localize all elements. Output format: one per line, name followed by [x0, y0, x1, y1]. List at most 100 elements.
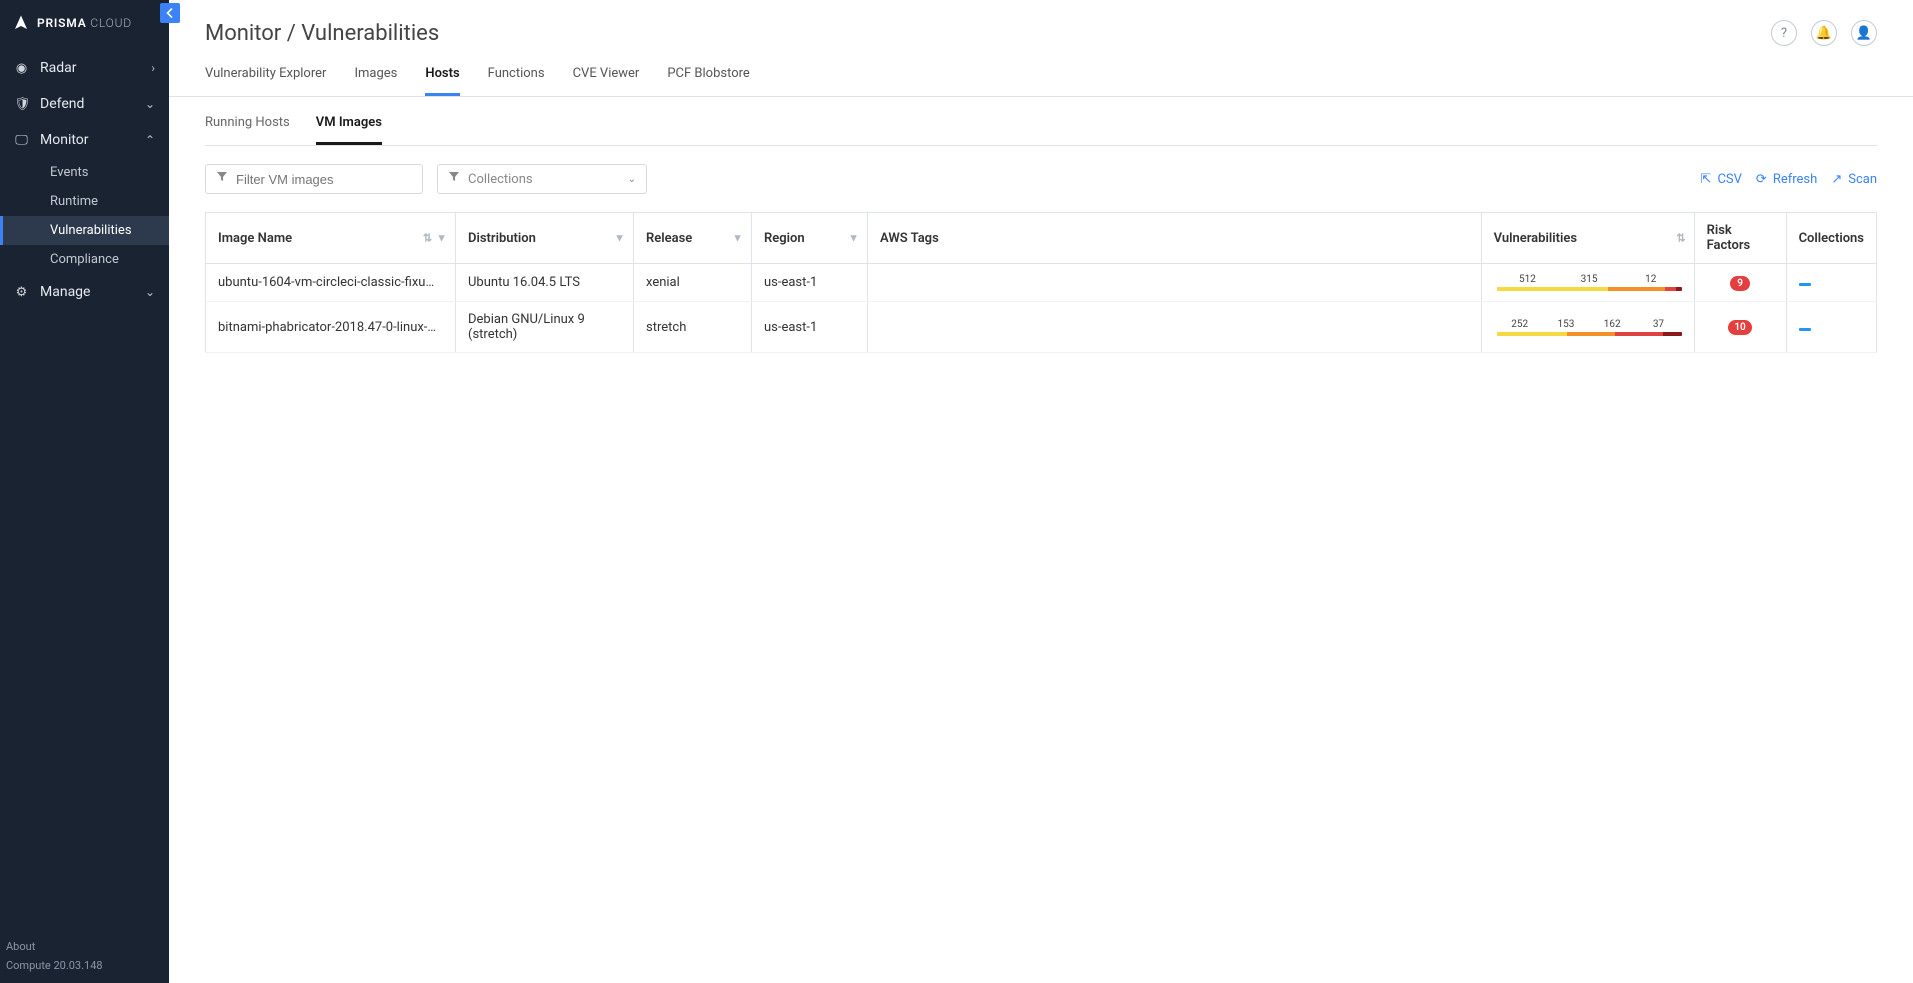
chevron-down-icon: ⌄ [145, 285, 155, 299]
tab-functions[interactable]: Functions [488, 66, 545, 96]
sub-header: Running Hosts VM Images [169, 97, 1913, 146]
cell-risk: 10 [1694, 302, 1786, 353]
nav: ◉ Radar › 🛡 Defend ⌄ 🖵 Monitor ⌃ Events … [0, 50, 169, 929]
filter-icon [216, 171, 228, 187]
brand-text: PRISMA CLOUD [37, 16, 132, 30]
nav-monitor[interactable]: 🖵 Monitor ⌃ [0, 122, 169, 158]
filter-icon[interactable]: ▼ [614, 232, 625, 245]
sidebar-collapse-button[interactable] [160, 3, 180, 23]
cell-release: stretch [634, 302, 752, 353]
monitor-icon: 🖵 [14, 133, 29, 148]
chevron-down-icon: ⌄ [628, 174, 636, 185]
col-vuln[interactable]: Vulnerabilities⇅ [1481, 213, 1694, 264]
cell-tags [868, 302, 1482, 353]
help-icon: ? [1781, 26, 1787, 41]
prisma-logo-icon [12, 14, 30, 32]
tab-hosts[interactable]: Hosts [425, 66, 459, 96]
table-row[interactable]: ubuntu-1604-vm-circleci-classic-fixup-15… [206, 264, 1877, 302]
cell-risk: 9 [1694, 264, 1786, 302]
export-icon: ⇱ [1701, 172, 1712, 187]
tab-cve-viewer[interactable]: CVE Viewer [573, 66, 640, 96]
nav-runtime[interactable]: Runtime [0, 187, 169, 216]
page-header: Monitor / Vulnerabilities ? 🔔 👤 Vulnerab… [169, 0, 1913, 97]
primary-tabs: Vulnerability Explorer Images Hosts Func… [205, 66, 1877, 96]
filter-icon[interactable]: ▼ [436, 232, 447, 245]
nav-defend[interactable]: 🛡 Defend ⌄ [0, 86, 169, 122]
scan-label: Scan [1848, 172, 1877, 187]
vm-images-table-wrap: Image Name⇅▼ Distribution▼ Release▼ Regi… [169, 212, 1913, 353]
cell-tags [868, 264, 1482, 302]
refresh-label: Refresh [1773, 172, 1817, 187]
user-button[interactable]: 👤 [1851, 20, 1877, 46]
nav-label: Monitor [40, 132, 89, 148]
refresh-button[interactable]: ⟳ Refresh [1756, 172, 1817, 187]
chevron-left-icon [164, 7, 176, 19]
csv-button[interactable]: ⇱ CSV [1701, 172, 1742, 187]
csv-label: CSV [1717, 172, 1741, 187]
risk-badge: 10 [1728, 320, 1751, 335]
tab-vuln-explorer[interactable]: Vulnerability Explorer [205, 66, 326, 96]
toolbar: Collections ⌄ ⇱ CSV ⟳ Refresh ↗ Scan [169, 146, 1913, 212]
nav-radar[interactable]: ◉ Radar › [0, 50, 169, 86]
sort-icon[interactable]: ⇅ [423, 232, 432, 245]
collections-indicator [1799, 328, 1811, 331]
help-button[interactable]: ? [1771, 20, 1797, 46]
cell-coll [1786, 302, 1876, 353]
cell-region: us-east-1 [752, 302, 868, 353]
collections-indicator [1799, 283, 1811, 286]
col-image[interactable]: Image Name⇅▼ [206, 213, 456, 264]
header-actions: ? 🔔 👤 [1771, 20, 1877, 46]
vm-images-table: Image Name⇅▼ Distribution▼ Release▼ Regi… [205, 212, 1877, 353]
filter-icon[interactable]: ▼ [848, 232, 859, 245]
scan-icon: ↗ [1831, 172, 1842, 187]
radar-icon: ◉ [14, 61, 29, 76]
cell-coll [1786, 264, 1876, 302]
tab-pcf[interactable]: PCF Blobstore [667, 66, 749, 96]
notifications-button[interactable]: 🔔 [1811, 20, 1837, 46]
tab-images[interactable]: Images [354, 66, 397, 96]
col-coll[interactable]: Collections [1786, 213, 1876, 264]
collections-dropdown[interactable]: Collections ⌄ [437, 164, 647, 194]
filter-input[interactable] [236, 172, 412, 187]
cell-vuln: 51231512 [1481, 264, 1694, 302]
col-risk[interactable]: Risk Factors [1694, 213, 1786, 264]
page-title: Monitor / Vulnerabilities [205, 21, 439, 46]
shield-icon: 🛡 [14, 97, 29, 112]
subtab-running-hosts[interactable]: Running Hosts [205, 115, 290, 145]
col-region[interactable]: Region▼ [752, 213, 868, 264]
nav-label: Radar [40, 60, 77, 76]
col-dist[interactable]: Distribution▼ [456, 213, 634, 264]
collections-label: Collections [468, 172, 620, 187]
chevron-right-icon: › [151, 61, 155, 75]
sidebar-footer: About Compute 20.03.148 [0, 929, 169, 983]
secondary-tabs: Running Hosts VM Images [205, 115, 1877, 146]
cell-vuln: 25215316237 [1481, 302, 1694, 353]
user-icon: 👤 [1856, 26, 1872, 41]
risk-badge: 9 [1730, 276, 1750, 291]
nav-events[interactable]: Events [0, 158, 169, 187]
col-tags[interactable]: AWS Tags [868, 213, 1482, 264]
sidebar: PRISMA CLOUD ◉ Radar › 🛡 Defend ⌄ 🖵 Moni… [0, 0, 169, 983]
filter-input-wrap[interactable] [205, 164, 423, 194]
sort-icon[interactable]: ⇅ [1676, 232, 1685, 245]
nav-vulnerabilities[interactable]: Vulnerabilities [0, 216, 169, 245]
cell-dist: Debian GNU/Linux 9 (stretch) [456, 302, 634, 353]
filter-icon[interactable]: ▼ [732, 232, 743, 245]
filter-icon [448, 171, 460, 187]
about-link[interactable]: About [6, 937, 163, 956]
cell-image: ubuntu-1604-vm-circleci-classic-fixup-15… [206, 264, 456, 302]
cell-release: xenial [634, 264, 752, 302]
main: Monitor / Vulnerabilities ? 🔔 👤 Vulnerab… [169, 0, 1913, 983]
brand-logo: PRISMA CLOUD [0, 0, 169, 50]
scan-button[interactable]: ↗ Scan [1831, 172, 1877, 187]
table-row[interactable]: bitnami-phabricator-2018.47-0-linux-debi… [206, 302, 1877, 353]
nav-compliance[interactable]: Compliance [0, 245, 169, 274]
version-text: Compute 20.03.148 [6, 956, 163, 975]
nav-label: Manage [40, 284, 90, 300]
col-release[interactable]: Release▼ [634, 213, 752, 264]
nav-manage[interactable]: ⚙ Manage ⌄ [0, 274, 169, 310]
subtab-vm-images[interactable]: VM Images [316, 115, 382, 145]
cell-region: us-east-1 [752, 264, 868, 302]
refresh-icon: ⟳ [1756, 172, 1767, 187]
cell-dist: Ubuntu 16.04.5 LTS [456, 264, 634, 302]
